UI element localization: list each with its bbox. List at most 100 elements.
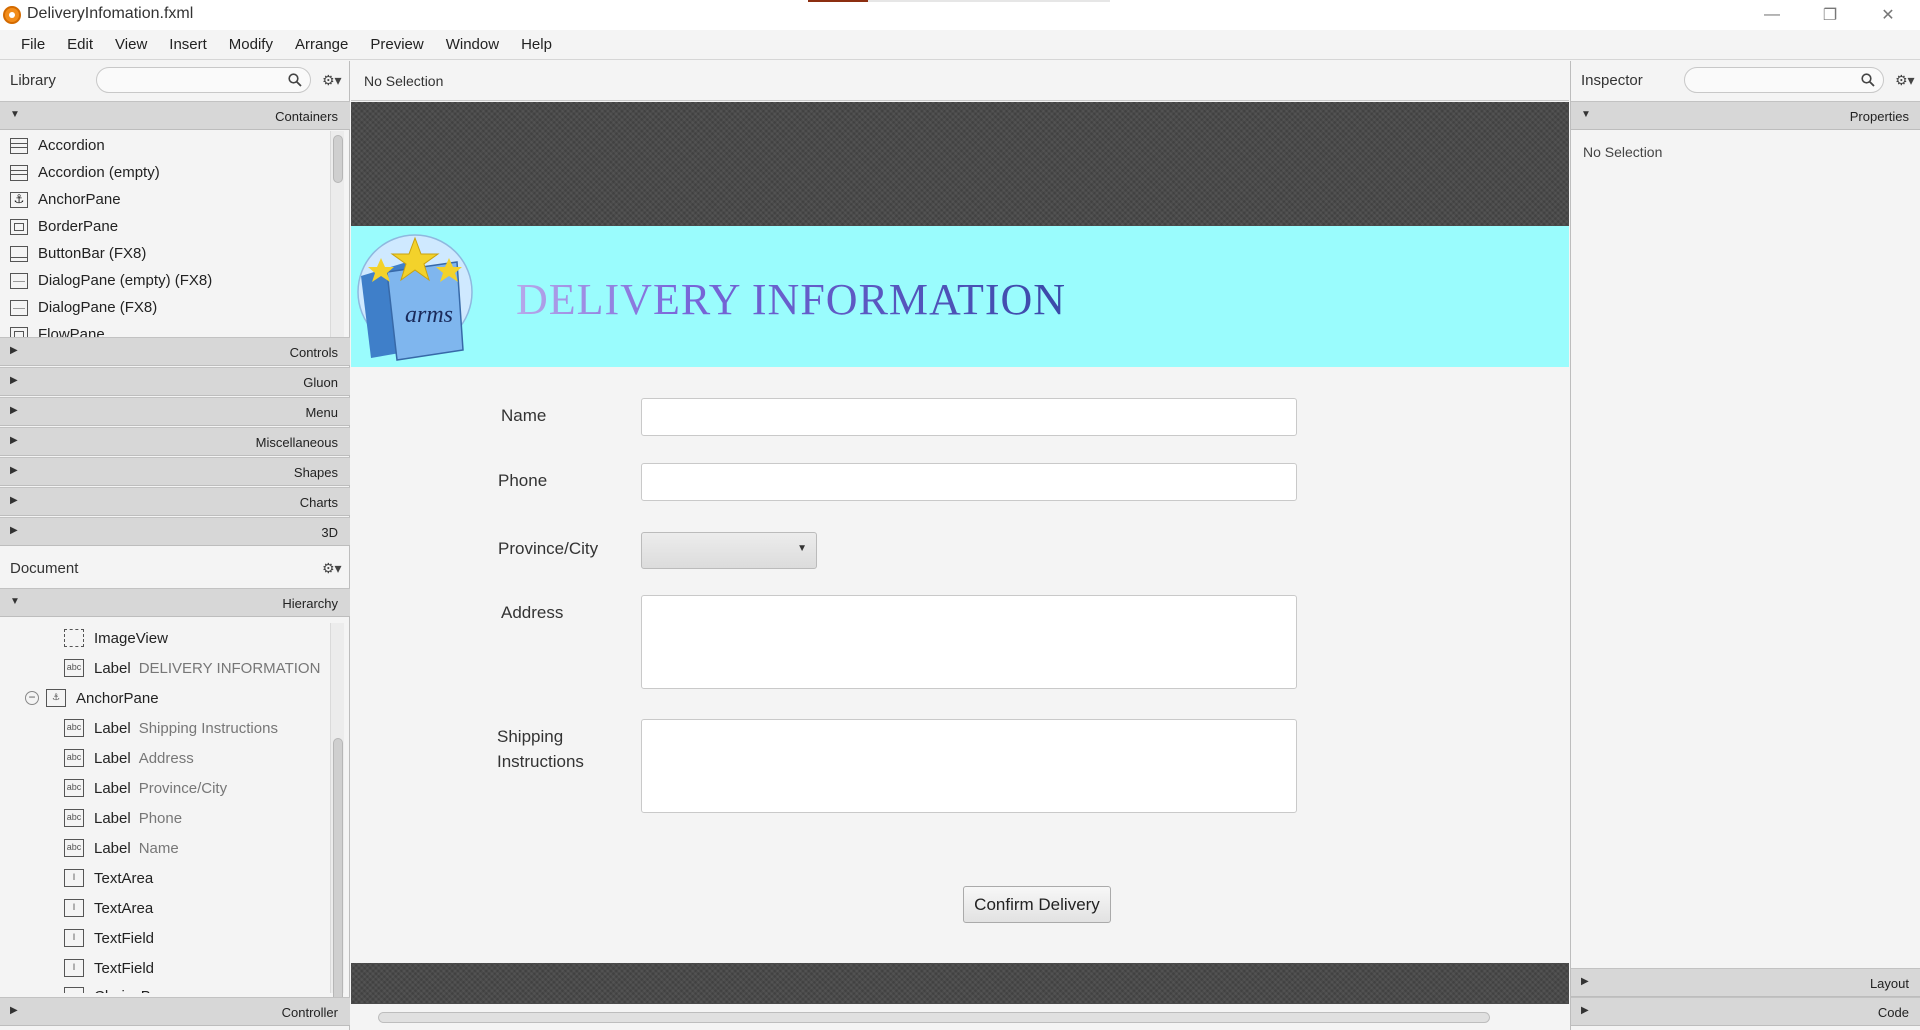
library-item[interactable]: FlowPane xyxy=(0,321,330,337)
tree-row-label[interactable]: abc Label Phone xyxy=(64,803,182,833)
close-button[interactable]: ✕ xyxy=(1859,0,1917,30)
section-label: Charts xyxy=(299,495,338,510)
tree-row-choicebox[interactable]: ▾ ChoiceBox xyxy=(64,981,175,993)
menu-help[interactable]: Help xyxy=(510,36,563,53)
library-item-label: AnchorPane xyxy=(38,191,121,208)
buttonbar-icon xyxy=(10,245,28,262)
section-hierarchy[interactable]: ▼ Hierarchy xyxy=(0,588,350,617)
hierarchy-scrollbar[interactable] xyxy=(330,623,344,1013)
tree-row-label[interactable]: abc Label Shipping Instructions xyxy=(64,713,278,743)
tree-type: Label xyxy=(94,809,131,827)
section-controls[interactable]: ▶ Controls xyxy=(0,337,350,366)
tree-type: Label xyxy=(94,659,131,677)
library-scroll-thumb[interactable] xyxy=(333,135,343,183)
library-scrollbar[interactable] xyxy=(330,131,344,337)
section-3d[interactable]: ▶ 3D xyxy=(0,517,350,546)
menu-edit[interactable]: Edit xyxy=(56,36,104,53)
address-textarea[interactable] xyxy=(641,595,1297,689)
library-item[interactable]: ButtonBar (FX8) xyxy=(0,240,330,267)
province-city-label: Province/City xyxy=(498,539,599,558)
menu-insert[interactable]: Insert xyxy=(158,36,218,53)
section-miscellaneous[interactable]: ▶ Miscellaneous xyxy=(0,427,350,456)
library-item[interactable]: DialogPane (empty) (FX8) xyxy=(0,267,330,294)
section-hierarchy-label: Hierarchy xyxy=(282,596,338,611)
library-item[interactable]: DialogPane (FX8) xyxy=(0,294,330,321)
shipping-instructions-textarea[interactable] xyxy=(641,719,1297,813)
menu-view[interactable]: View xyxy=(104,36,158,53)
library-item[interactable]: BorderPane xyxy=(0,213,330,240)
name-field[interactable] xyxy=(641,398,1297,436)
minimize-button[interactable]: — xyxy=(1743,0,1801,30)
library-gear-icon[interactable]: ⚙▾ xyxy=(322,72,342,88)
phone-field[interactable] xyxy=(641,463,1297,501)
tree-row-label[interactable]: abc Label Name xyxy=(64,833,179,863)
textfield-icon: I xyxy=(64,959,84,977)
design-surface[interactable]: arms DELIVERY INFORMATION Name Phone Pro… xyxy=(351,226,1569,963)
maximize-button[interactable]: ❐ xyxy=(1801,0,1859,30)
province-city-choicebox[interactable]: ▼ xyxy=(641,532,817,569)
inspector-panel: Inspector ⚙▾ ▼ Properties No Selection ▶… xyxy=(1570,61,1920,1030)
search-icon xyxy=(288,73,302,87)
section-containers[interactable]: ▼ Containers xyxy=(0,101,350,130)
tree-row-textarea[interactable]: I TextArea xyxy=(64,863,161,893)
section-properties[interactable]: ▼ Properties xyxy=(1571,101,1920,130)
menu-arrange[interactable]: Arrange xyxy=(284,36,359,53)
name-label: Name xyxy=(501,406,547,425)
library-item-label: Accordion (empty) xyxy=(38,164,160,181)
library-list: Accordion Accordion (empty) ⚓ AnchorPane … xyxy=(0,132,330,337)
section-charts[interactable]: ▶ Charts xyxy=(0,487,350,516)
tree-value: Province/City xyxy=(138,779,228,797)
choicebox-icon: ▾ xyxy=(64,987,84,993)
section-controller[interactable]: ▶ Controller xyxy=(0,997,350,1026)
section-layout-label: Layout xyxy=(1869,976,1909,991)
tree-row-anchorpane[interactable]: ⚓ AnchorPane xyxy=(46,683,167,713)
tree-row-imageview[interactable]: ImageView xyxy=(64,623,176,653)
tree-row-textfield[interactable]: I TextField xyxy=(64,923,162,953)
arms-logo-image[interactable]: arms xyxy=(357,232,475,362)
inspector-gear-icon[interactable]: ⚙▾ xyxy=(1895,72,1915,88)
document-gear-icon[interactable]: ⚙▾ xyxy=(322,560,342,576)
accordion-icon xyxy=(10,137,28,154)
library-item[interactable]: ⚓ AnchorPane xyxy=(0,186,330,213)
library-search-input[interactable] xyxy=(96,67,311,93)
menu-file[interactable]: File xyxy=(10,36,56,53)
banner-title[interactable]: DELIVERY INFORMATION xyxy=(516,274,1066,325)
library-item-label: Accordion xyxy=(38,137,105,154)
header-banner[interactable]: arms DELIVERY INFORMATION xyxy=(351,226,1569,367)
menu-preview[interactable]: Preview xyxy=(359,36,434,53)
tree-value: Name xyxy=(138,839,179,857)
tree-row-label[interactable]: abc Label Province/City xyxy=(64,773,227,803)
phone-label: Phone xyxy=(498,471,548,490)
section-code[interactable]: ▶ Code xyxy=(1571,997,1920,1026)
menu-window[interactable]: Window xyxy=(435,36,510,53)
section-menu[interactable]: ▶ Menu xyxy=(0,397,350,426)
content-panel: No Selection arms DELIVERY INFORMATION N… xyxy=(351,61,1569,1030)
canvas-horizontal-scrollbar[interactable] xyxy=(351,1004,1569,1030)
collapse-icon[interactable]: − xyxy=(25,691,39,705)
tree-type: Label xyxy=(94,839,131,857)
search-icon xyxy=(1861,73,1875,87)
tree-row-textfield[interactable]: I TextField xyxy=(64,953,162,983)
tree-row-label[interactable]: abc Label DELIVERY INFORMATION xyxy=(64,653,320,683)
tree-row-label[interactable]: abc Label Address xyxy=(64,743,194,773)
menu-modify[interactable]: Modify xyxy=(218,36,284,53)
collapsed-arrow-icon: ▶ xyxy=(10,375,18,386)
collapsed-arrow-icon: ▶ xyxy=(10,495,18,506)
collapsed-arrow-icon: ▶ xyxy=(1581,1005,1589,1016)
textarea-icon: I xyxy=(64,869,84,887)
hierarchy-scroll-thumb[interactable] xyxy=(333,738,343,1013)
scene-builder-logo-icon xyxy=(3,6,21,24)
shipping-label-line1: Shipping xyxy=(497,727,564,746)
section-gluon[interactable]: ▶ Gluon xyxy=(0,367,350,396)
section-shapes[interactable]: ▶ Shapes xyxy=(0,457,350,486)
tree-type: Label xyxy=(94,719,131,737)
library-item[interactable]: Accordion (empty) xyxy=(0,159,330,186)
canvas-scroll-thumb[interactable] xyxy=(378,1012,1490,1023)
inspector-title: Inspector xyxy=(1581,72,1643,89)
section-layout[interactable]: ▶ Layout xyxy=(1571,968,1920,997)
library-item[interactable]: Accordion xyxy=(0,132,330,159)
tree-row-textarea[interactable]: I TextArea xyxy=(64,893,161,923)
section-label: Shapes xyxy=(293,465,338,480)
confirm-delivery-button[interactable]: Confirm Delivery xyxy=(963,886,1111,923)
inspector-search-input[interactable] xyxy=(1684,67,1884,93)
